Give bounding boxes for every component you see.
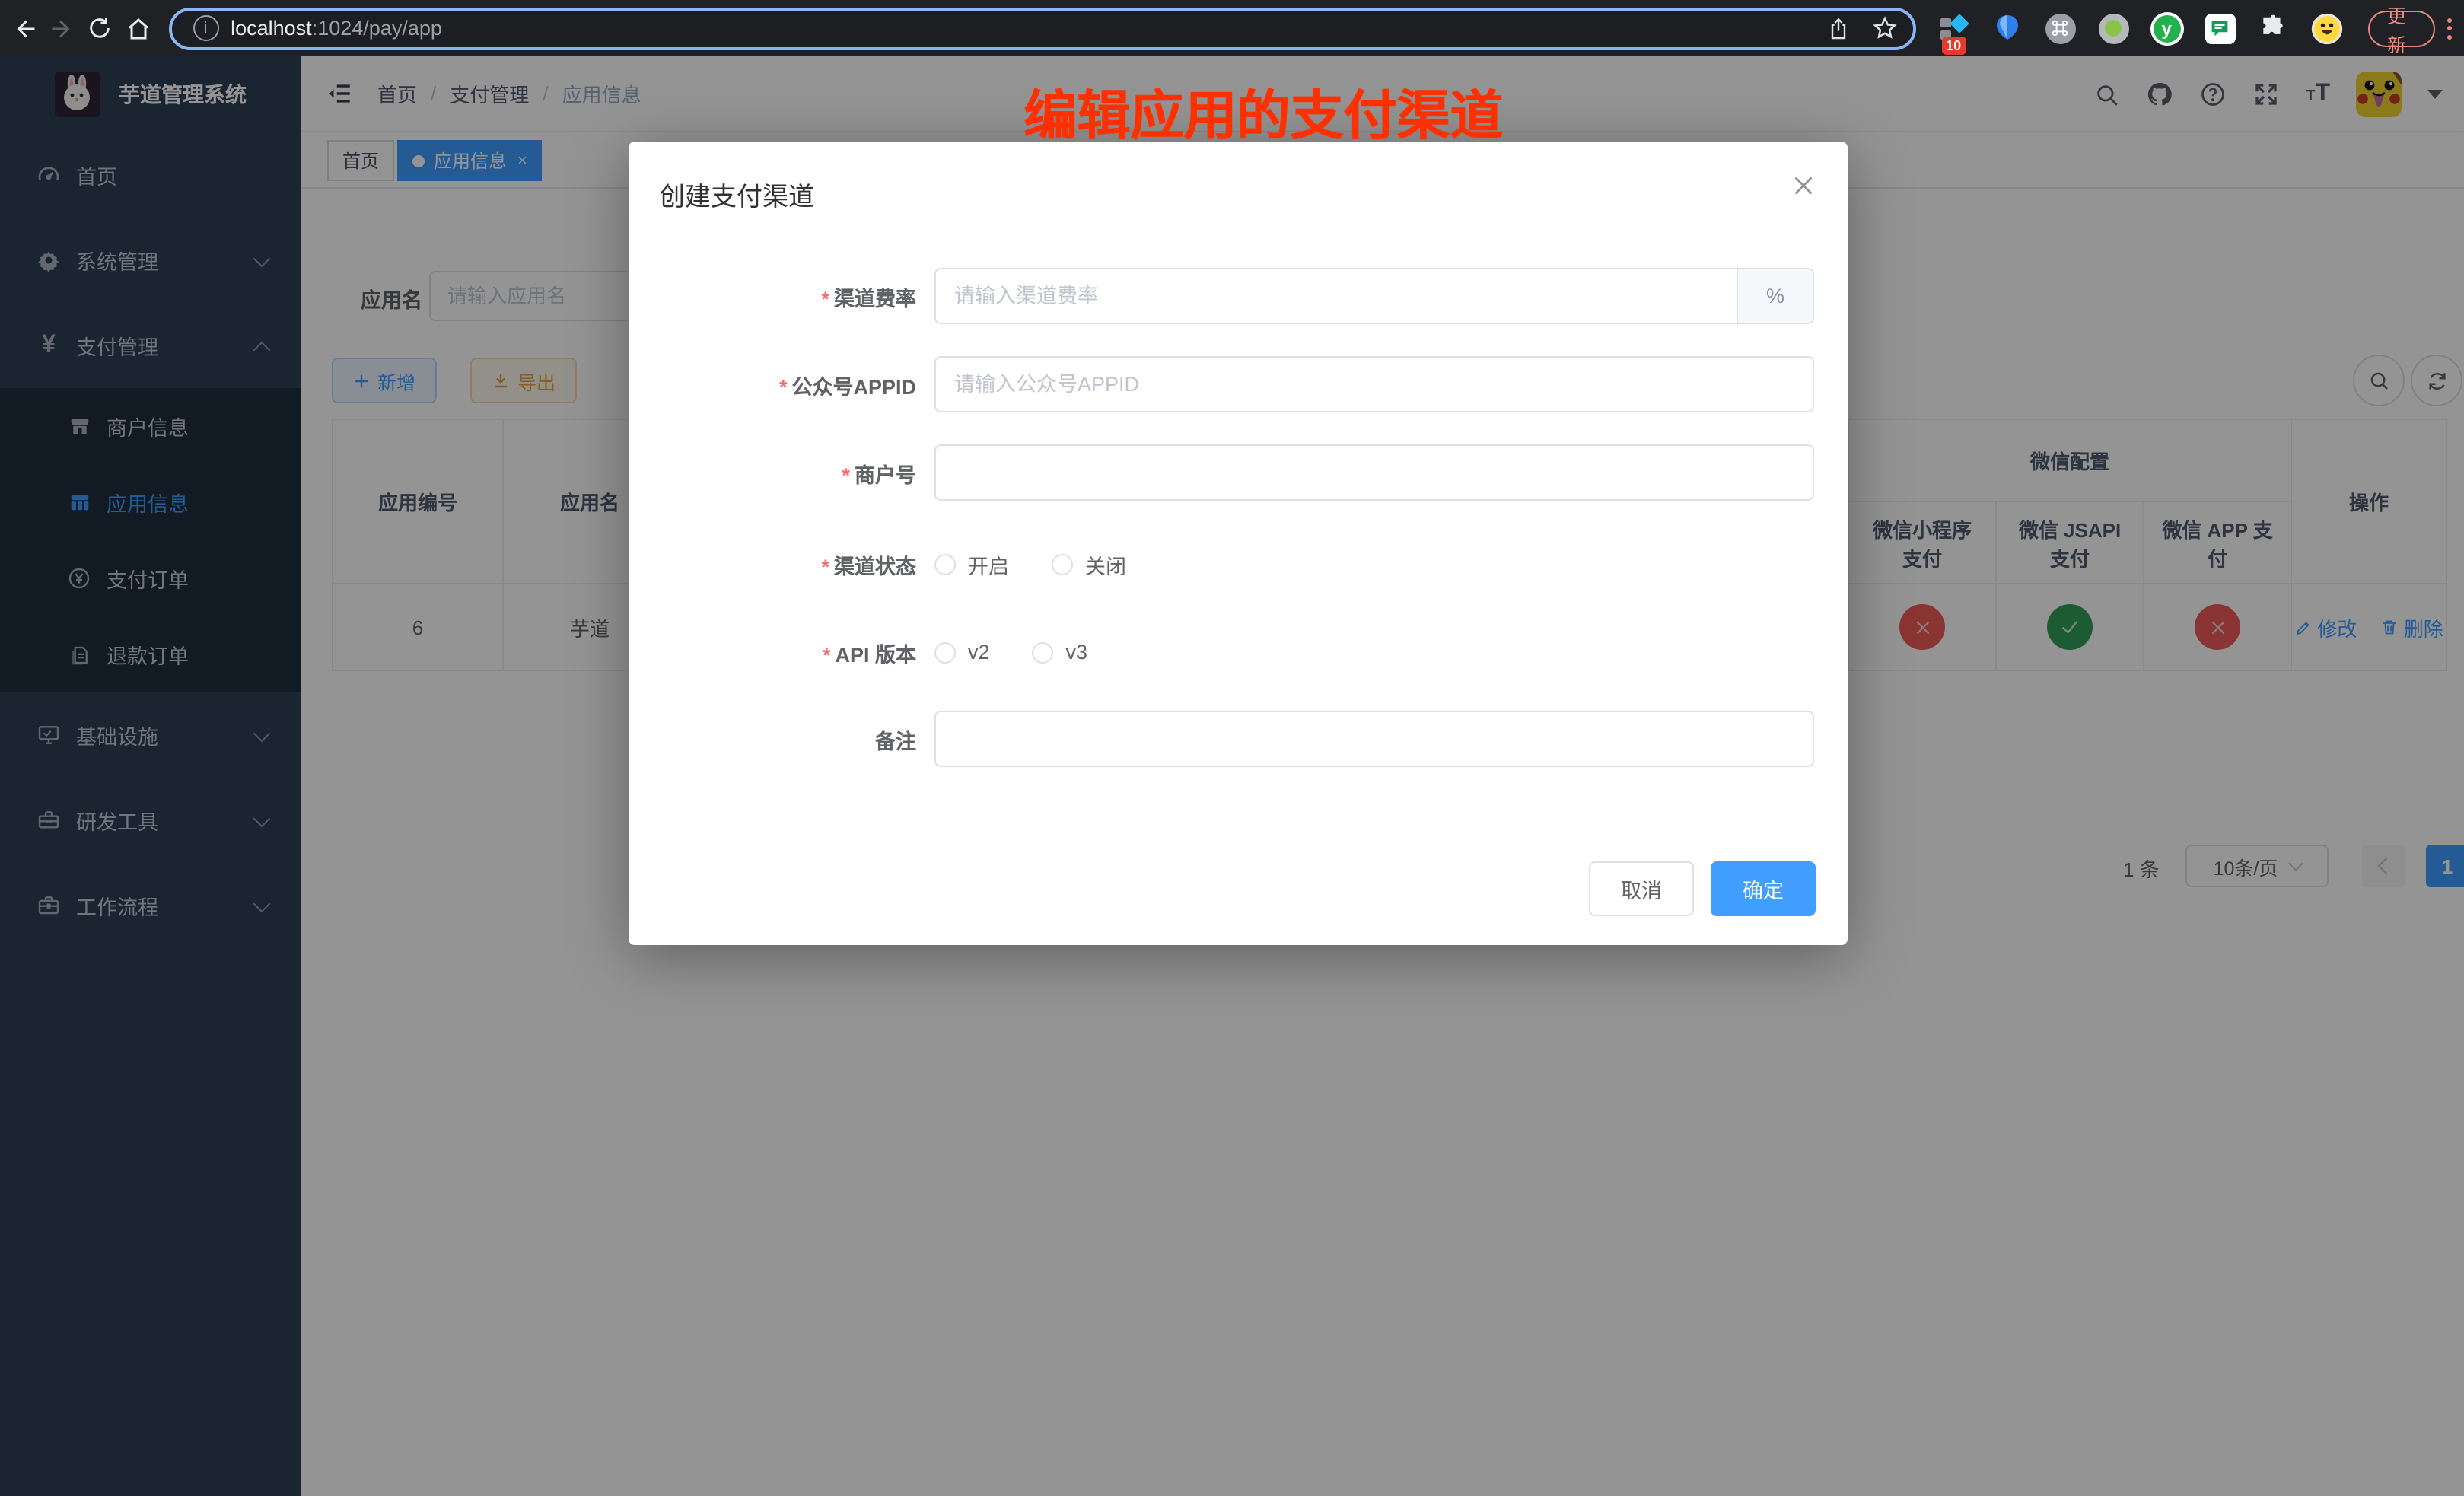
url-text[interactable]: localhost:1024/pay/app	[231, 17, 442, 40]
browser-update-button[interactable]: 更新	[2367, 10, 2435, 46]
merchant-label: *商户号	[659, 457, 916, 488]
radio-icon	[1033, 641, 1054, 663]
extension-balloon-icon[interactable]	[1990, 11, 2023, 45]
radio-api-v3[interactable]: v3	[1033, 641, 1088, 664]
appid-label: *公众号APPID	[659, 369, 916, 399]
extensions-puzzle-icon[interactable]	[2256, 11, 2290, 45]
dialog-close-icon[interactable]	[1790, 172, 1817, 199]
rate-input-group: %	[934, 268, 1814, 324]
confirm-button[interactable]: 确定	[1711, 861, 1816, 916]
extension-badge: 10	[1941, 36, 1966, 54]
browser-reload-icon[interactable]	[86, 8, 115, 48]
browser-menu-icon[interactable]	[2447, 18, 2452, 39]
cancel-button[interactable]: 取消	[1589, 861, 1694, 916]
browser-forward-icon[interactable]	[47, 8, 76, 48]
radio-icon	[1052, 553, 1073, 575]
api-version-label: *API 版本	[659, 637, 916, 667]
profile-emoji-avatar[interactable]	[2310, 11, 2343, 45]
dialog-footer: 取消 确定	[629, 861, 1848, 916]
dialog-title: 创建支付渠道	[659, 175, 814, 213]
radio-status-closed[interactable]: 关闭	[1052, 549, 1126, 579]
address-bar[interactable]: i localhost:1024/pay/app	[168, 7, 1915, 49]
remark-input[interactable]	[934, 711, 1814, 767]
merchant-input[interactable]	[934, 444, 1814, 501]
site-info-icon[interactable]: i	[193, 15, 218, 41]
screen: i localhost:1024/pay/app 10	[0, 0, 2464, 1496]
radio-icon	[934, 553, 956, 575]
radio-status-open[interactable]: 开启	[934, 549, 1009, 579]
browser-home-icon[interactable]	[124, 8, 153, 48]
extension-recorder-icon[interactable]	[2096, 11, 2130, 45]
extension-y-icon[interactable]: y	[2150, 11, 2183, 45]
bookmark-star-icon[interactable]	[1871, 15, 1897, 41]
create-channel-dialog: 创建支付渠道 *渠道费率 % *公众号APPID *商户号 *渠道状态 开启	[629, 142, 1848, 945]
rate-input[interactable]	[936, 269, 1737, 323]
browser-toolbar: i localhost:1024/pay/app 10	[0, 0, 2464, 56]
radio-icon	[934, 641, 956, 663]
remark-label: 备注	[659, 724, 916, 754]
rate-label: *渠道费率	[659, 281, 916, 311]
status-label: *渠道状态	[659, 549, 916, 579]
radio-api-v2[interactable]: v2	[934, 641, 990, 664]
status-radio-group: 开启 关闭	[934, 549, 1126, 579]
appid-input[interactable]	[934, 356, 1814, 412]
annotation-text: 编辑应用的支付渠道	[913, 73, 1613, 151]
share-icon[interactable]	[1826, 16, 1850, 40]
percent-suffix: %	[1737, 269, 1813, 323]
api-version-radio-group: v2 v3	[934, 641, 1087, 664]
extension-command-icon[interactable]	[2043, 11, 2077, 45]
browser-back-icon[interactable]	[9, 8, 38, 48]
extension-chat-icon[interactable]	[2203, 11, 2236, 45]
browser-extensions: 10 y	[1937, 11, 2343, 45]
extension-pinned-icon[interactable]: 10	[1937, 11, 1970, 45]
